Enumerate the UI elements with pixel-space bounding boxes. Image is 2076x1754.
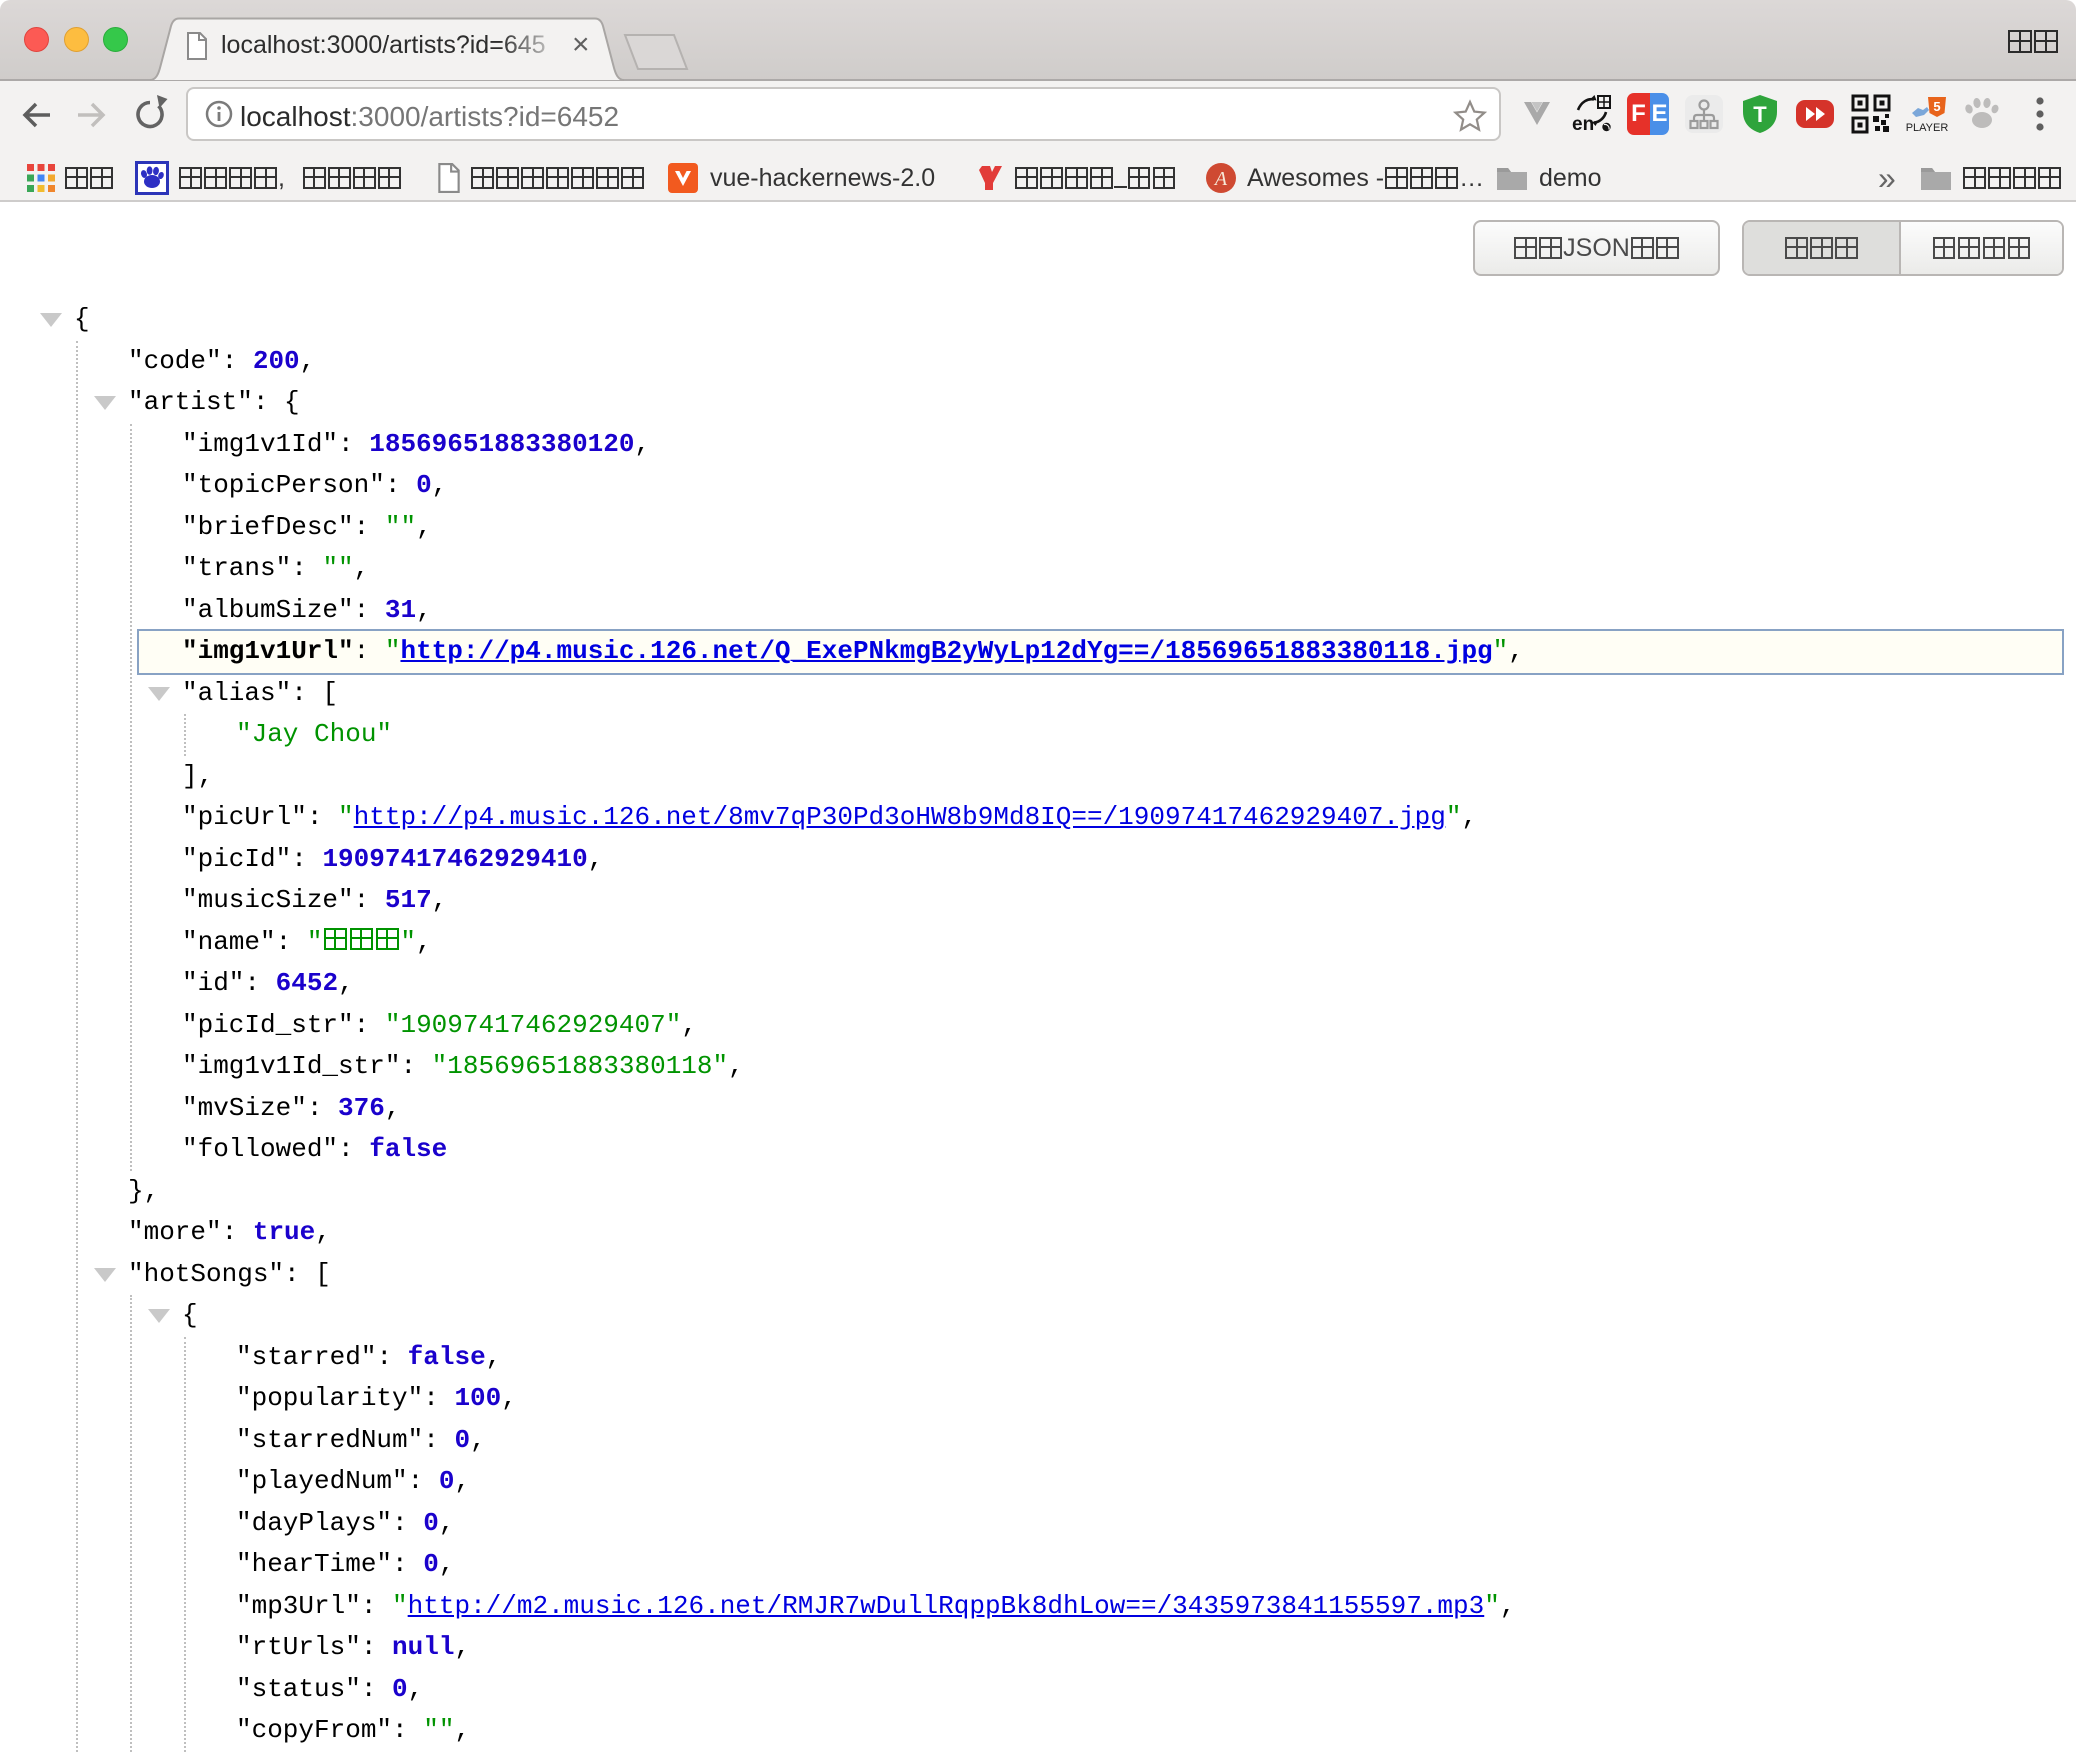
svg-text:en: en <box>1572 114 1594 135</box>
svg-text:5: 5 <box>1933 99 1940 114</box>
svg-text:T: T <box>1753 102 1767 127</box>
svg-text:A: A <box>1213 168 1228 190</box>
svg-text:PLAYER: PLAYER <box>1906 122 1948 134</box>
